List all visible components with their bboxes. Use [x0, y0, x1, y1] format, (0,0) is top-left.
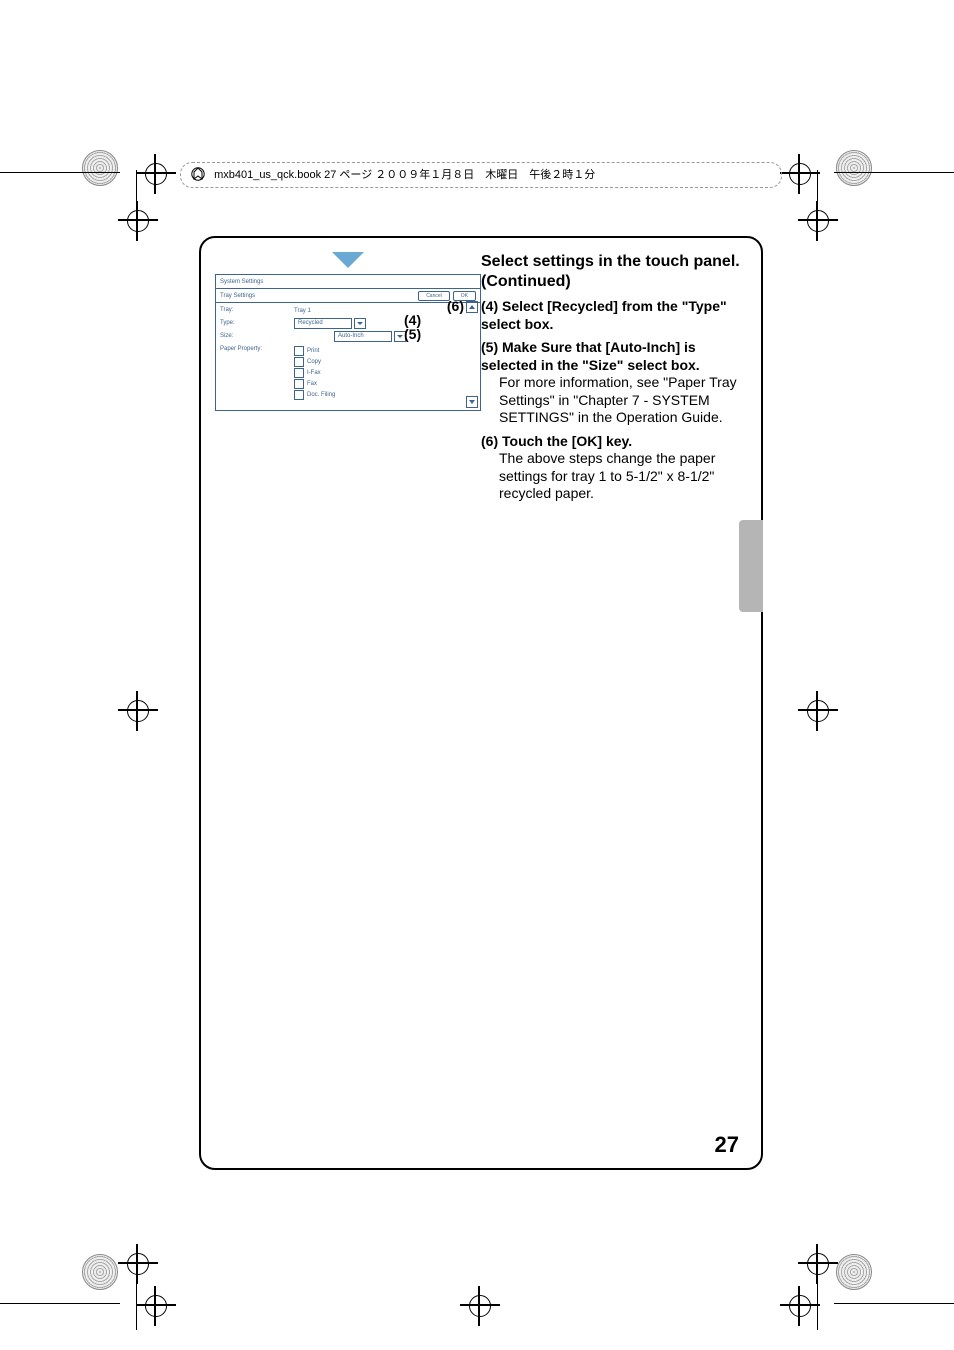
callout-6: (6): [447, 299, 464, 313]
continuation-arrow-icon: [332, 252, 364, 268]
step-5-detail: For more information, see "Paper Tray Se…: [499, 374, 747, 427]
scroll-down-icon[interactable]: [466, 396, 478, 408]
callout-4: (4): [404, 313, 421, 327]
panel-title-2: Tray Settings: [220, 293, 255, 299]
step-5: (5) Make Sure that [Auto-Inch] is select…: [481, 339, 747, 374]
touch-panel-screenshot: System Settings Tray Settings Cancel OK …: [215, 274, 481, 411]
panel-title-1: System Settings: [220, 279, 263, 285]
check-docfiling[interactable]: Doc. Filing: [294, 390, 476, 400]
label-size: Size:: [220, 333, 290, 339]
type-select[interactable]: Recycled: [294, 318, 352, 329]
scroll-up-icon[interactable]: [466, 301, 478, 313]
check-print[interactable]: Print: [294, 346, 476, 356]
type-select-dropdown-icon[interactable]: [354, 318, 366, 329]
page-number: 27: [715, 1132, 739, 1158]
cancel-button[interactable]: Cancel: [418, 291, 450, 301]
label-tray: Tray:: [220, 307, 290, 313]
step-6: (6) Touch the [OK] key.: [481, 433, 747, 451]
page-frame: System Settings Tray Settings Cancel OK …: [199, 236, 763, 1170]
label-paper-property: Paper Property:: [220, 346, 290, 352]
bookmark-icon: [191, 167, 205, 181]
check-copy[interactable]: Copy: [294, 357, 476, 367]
callout-5: (5): [404, 327, 421, 341]
section-tab: [739, 520, 763, 612]
size-select[interactable]: Auto-Inch: [334, 331, 392, 342]
section-heading: Select settings in the touch panel. (Con…: [481, 252, 747, 292]
label-type: Type:: [220, 320, 290, 326]
step-6-detail: The above steps change the paper setting…: [499, 450, 747, 503]
check-fax[interactable]: Fax: [294, 379, 476, 389]
crop-header-text: mxb401_us_qck.book 27 ページ ２００９年１月８日 木曜日 …: [214, 169, 595, 181]
crop-header: mxb401_us_qck.book 27 ページ ２００９年１月８日 木曜日 …: [180, 162, 782, 188]
step-4: (4) Select [Recycled] from the "Type" se…: [481, 298, 747, 333]
check-ifax[interactable]: I-Fax: [294, 368, 476, 378]
